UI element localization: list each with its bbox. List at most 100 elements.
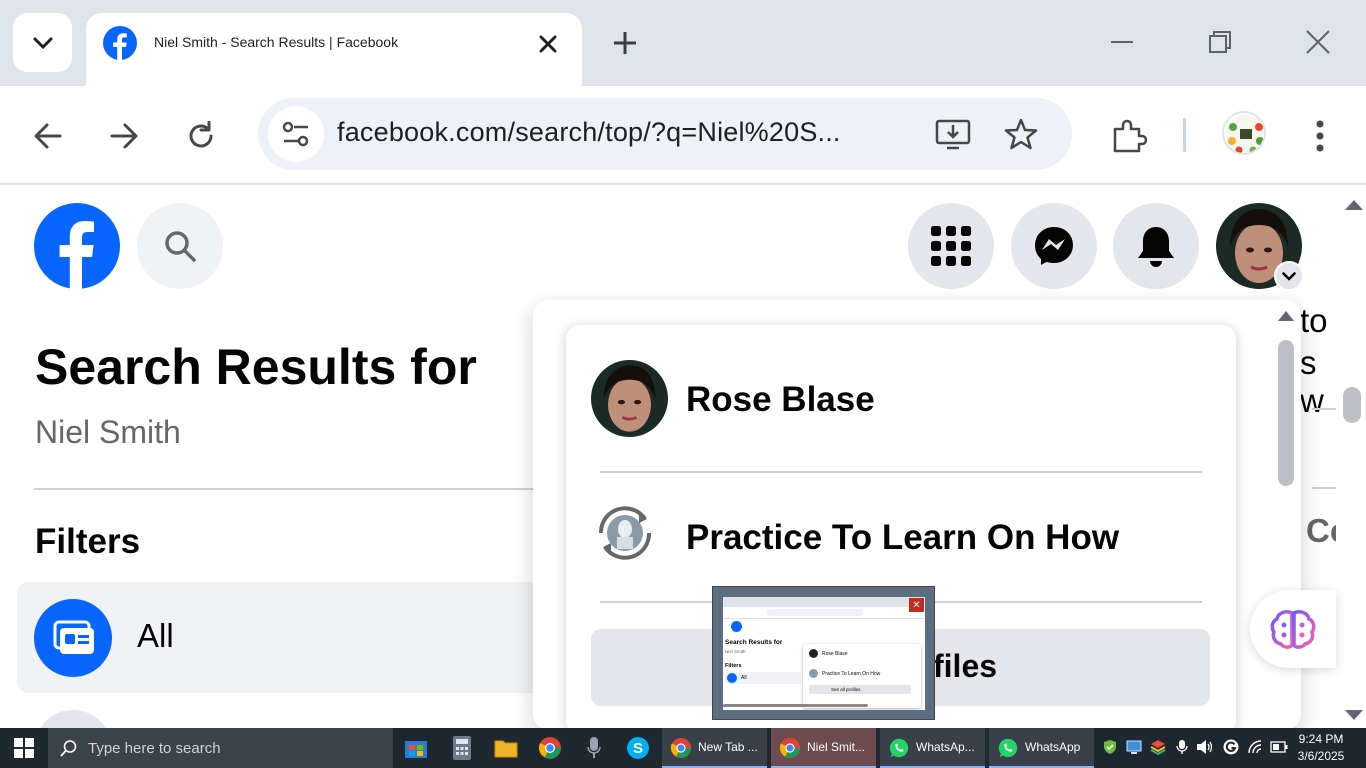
profile-avatar[interactable] bbox=[591, 360, 668, 437]
clock-date: 3/6/2025 bbox=[1297, 749, 1345, 763]
skype-app[interactable]: S bbox=[616, 728, 660, 768]
install-app-button[interactable] bbox=[931, 112, 975, 156]
search-icon bbox=[165, 231, 196, 262]
network-tray-icon[interactable] bbox=[1246, 738, 1264, 756]
scroll-down-arrow-icon[interactable] bbox=[1344, 709, 1364, 721]
more-vert-icon bbox=[1316, 120, 1324, 152]
divider bbox=[600, 471, 1202, 473]
facebook-logo-icon[interactable] bbox=[34, 203, 120, 289]
preview-close-button[interactable]: ✕ bbox=[909, 598, 924, 612]
taskbar-window-preview[interactable]: Search Results for Niel Smith Filters Al… bbox=[712, 586, 935, 720]
calculator-icon bbox=[453, 736, 471, 760]
chevron-down-icon bbox=[33, 37, 52, 49]
chrome-menu-button[interactable] bbox=[1298, 114, 1342, 158]
page-scrollbar-thumb[interactable] bbox=[1343, 387, 1361, 423]
file-explorer-app[interactable] bbox=[484, 728, 528, 768]
grid-menu-icon bbox=[931, 226, 971, 266]
menu-scrollbar-thumb[interactable] bbox=[1278, 340, 1294, 486]
taskbar-task-facebook[interactable]: Niel Smit... bbox=[771, 728, 876, 768]
page-scrollbar[interactable] bbox=[1336, 185, 1366, 728]
facebook-search-button[interactable] bbox=[137, 203, 223, 289]
page-switch-avatar[interactable] bbox=[591, 499, 659, 567]
search-query-text: Niel Smith bbox=[35, 414, 181, 450]
grammarly-tray-icon[interactable] bbox=[1222, 738, 1240, 756]
filter-all[interactable]: All bbox=[17, 582, 560, 693]
start-button[interactable] bbox=[0, 728, 48, 768]
puzzle-icon bbox=[1113, 119, 1147, 153]
tab-search-button[interactable] bbox=[13, 13, 72, 72]
calculator-app[interactable] bbox=[440, 728, 484, 768]
monitor-icon bbox=[1126, 740, 1142, 754]
scroll-up-arrow-icon[interactable] bbox=[1344, 199, 1364, 211]
restore-button[interactable] bbox=[1198, 22, 1242, 62]
taskbar-search-placeholder: Type here to search bbox=[88, 740, 221, 757]
search-results-heading: Search Results for bbox=[35, 339, 477, 395]
taskbar-task-new-tab[interactable]: New Tab ... bbox=[662, 728, 767, 768]
star-icon bbox=[1004, 118, 1038, 150]
forward-button[interactable] bbox=[102, 114, 146, 158]
minimize-icon bbox=[1111, 41, 1133, 43]
volume-tray-icon[interactable] bbox=[1196, 738, 1214, 756]
bookmark-button[interactable] bbox=[999, 112, 1043, 156]
page-name-link[interactable]: Practice To Learn On How bbox=[686, 518, 1119, 558]
preview-query: Niel Smith bbox=[725, 649, 746, 654]
back-button[interactable] bbox=[26, 114, 70, 158]
divider bbox=[1312, 487, 1336, 489]
site-info-button[interactable] bbox=[268, 106, 324, 162]
taskbar-task-label: WhatsAp... bbox=[916, 740, 975, 754]
notifications-button[interactable] bbox=[1113, 203, 1199, 289]
account-menu-chevron[interactable] bbox=[1274, 261, 1304, 291]
extensions-button[interactable] bbox=[1107, 114, 1151, 158]
meta-ai-button[interactable] bbox=[1250, 590, 1336, 668]
browser-toolbar: facebook.com/search/top/?q=Niel%20S... bbox=[0, 86, 1366, 184]
scroll-up-arrow-icon[interactable] bbox=[1277, 310, 1295, 322]
url-text: facebook.com/search/top/?q=Niel%20S... bbox=[337, 117, 841, 147]
microphone-icon bbox=[1176, 740, 1188, 754]
microphone-icon bbox=[587, 737, 601, 758]
wifi-icon bbox=[1248, 740, 1262, 754]
install-icon bbox=[935, 119, 971, 150]
messenger-button[interactable] bbox=[1011, 203, 1097, 289]
app-tray-icon[interactable] bbox=[1149, 738, 1167, 756]
arrow-right-icon bbox=[110, 123, 138, 149]
divider bbox=[34, 488, 560, 490]
microphone-tray-icon[interactable] bbox=[1173, 738, 1191, 756]
browser-profile-avatar[interactable] bbox=[1222, 111, 1266, 155]
microphone-app[interactable] bbox=[572, 728, 616, 768]
taskbar-search-box[interactable]: Type here to search bbox=[48, 728, 393, 768]
messenger-icon bbox=[1035, 227, 1073, 265]
taskbar-task-whatsapp[interactable]: WhatsApp bbox=[989, 728, 1094, 768]
browser-tab-active[interactable]: Niel Smith - Search Results | Facebook bbox=[86, 13, 582, 86]
svg-text:S: S bbox=[633, 740, 643, 757]
reload-icon bbox=[189, 121, 213, 148]
taskbar-task-whatsapp-web[interactable]: WhatsAp... bbox=[880, 728, 985, 768]
filter-item-icon[interactable] bbox=[34, 710, 112, 728]
tab-close-button[interactable] bbox=[534, 30, 562, 58]
reload-button[interactable] bbox=[179, 114, 223, 158]
profile-name-link[interactable]: Rose Blase bbox=[686, 380, 875, 420]
address-bar[interactable]: facebook.com/search/top/?q=Niel%20S... bbox=[258, 98, 1072, 170]
display-tray-icon[interactable] bbox=[1125, 738, 1143, 756]
whatsapp-icon bbox=[889, 738, 909, 758]
battery-tray-icon[interactable] bbox=[1270, 738, 1288, 756]
menu-button[interactable] bbox=[908, 203, 994, 289]
taskbar-task-label: Niel Smit... bbox=[807, 740, 866, 754]
search-sidebar: Search Results for Niel Smith Filters Al… bbox=[0, 306, 560, 728]
skype-icon: S bbox=[627, 737, 649, 759]
taskbar-task-label: WhatsApp bbox=[1025, 740, 1081, 754]
filters-heading: Filters bbox=[35, 522, 141, 561]
microsoft-store-app[interactable] bbox=[394, 728, 438, 768]
battery-icon bbox=[1270, 741, 1288, 753]
brain-icon bbox=[1270, 610, 1316, 649]
new-tab-button[interactable] bbox=[605, 25, 645, 61]
close-window-icon bbox=[1306, 30, 1330, 54]
facebook-page: Search Results for Niel Smith Filters Al… bbox=[0, 185, 1336, 728]
preview-heading: Search Results for bbox=[725, 639, 783, 646]
security-tray-icon[interactable] bbox=[1101, 738, 1119, 756]
taskbar-clock[interactable]: 9:24 PM 3/6/2025 bbox=[1292, 731, 1350, 765]
arrow-left-icon bbox=[34, 123, 62, 149]
close-window-button[interactable] bbox=[1296, 22, 1340, 62]
chrome-app[interactable] bbox=[528, 728, 572, 768]
minimize-button[interactable] bbox=[1100, 22, 1144, 62]
profile-photo bbox=[591, 360, 668, 437]
